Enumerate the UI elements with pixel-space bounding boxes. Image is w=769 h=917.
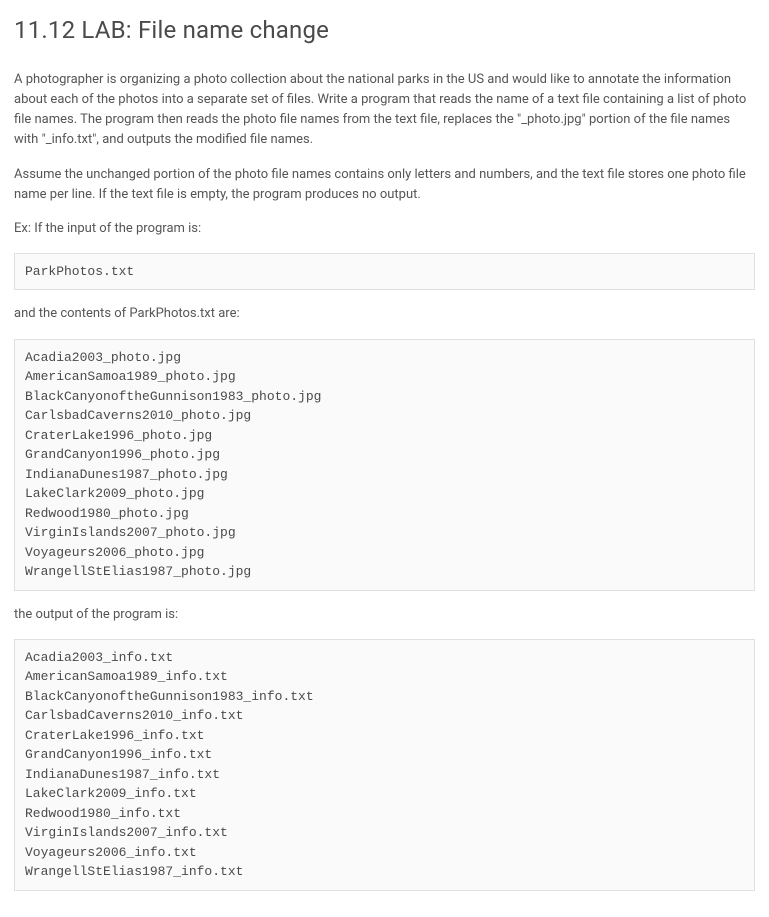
example-lead: Ex: If the input of the program is: bbox=[14, 219, 755, 239]
contents-lead: and the contents of ParkPhotos.txt are: bbox=[14, 304, 755, 324]
output-lead: the output of the program is: bbox=[14, 605, 755, 625]
intro-paragraph-2: Assume the unchanged portion of the phot… bbox=[14, 165, 755, 205]
lab-title: 11.12 LAB: File name change bbox=[14, 12, 755, 48]
input-code-block: ParkPhotos.txt bbox=[14, 253, 755, 291]
output-code-block: Acadia2003_info.txt AmericanSamoa1989_in… bbox=[14, 639, 755, 891]
contents-code-block: Acadia2003_photo.jpg AmericanSamoa1989_p… bbox=[14, 339, 755, 591]
intro-paragraph-1: A photographer is organizing a photo col… bbox=[14, 70, 755, 151]
